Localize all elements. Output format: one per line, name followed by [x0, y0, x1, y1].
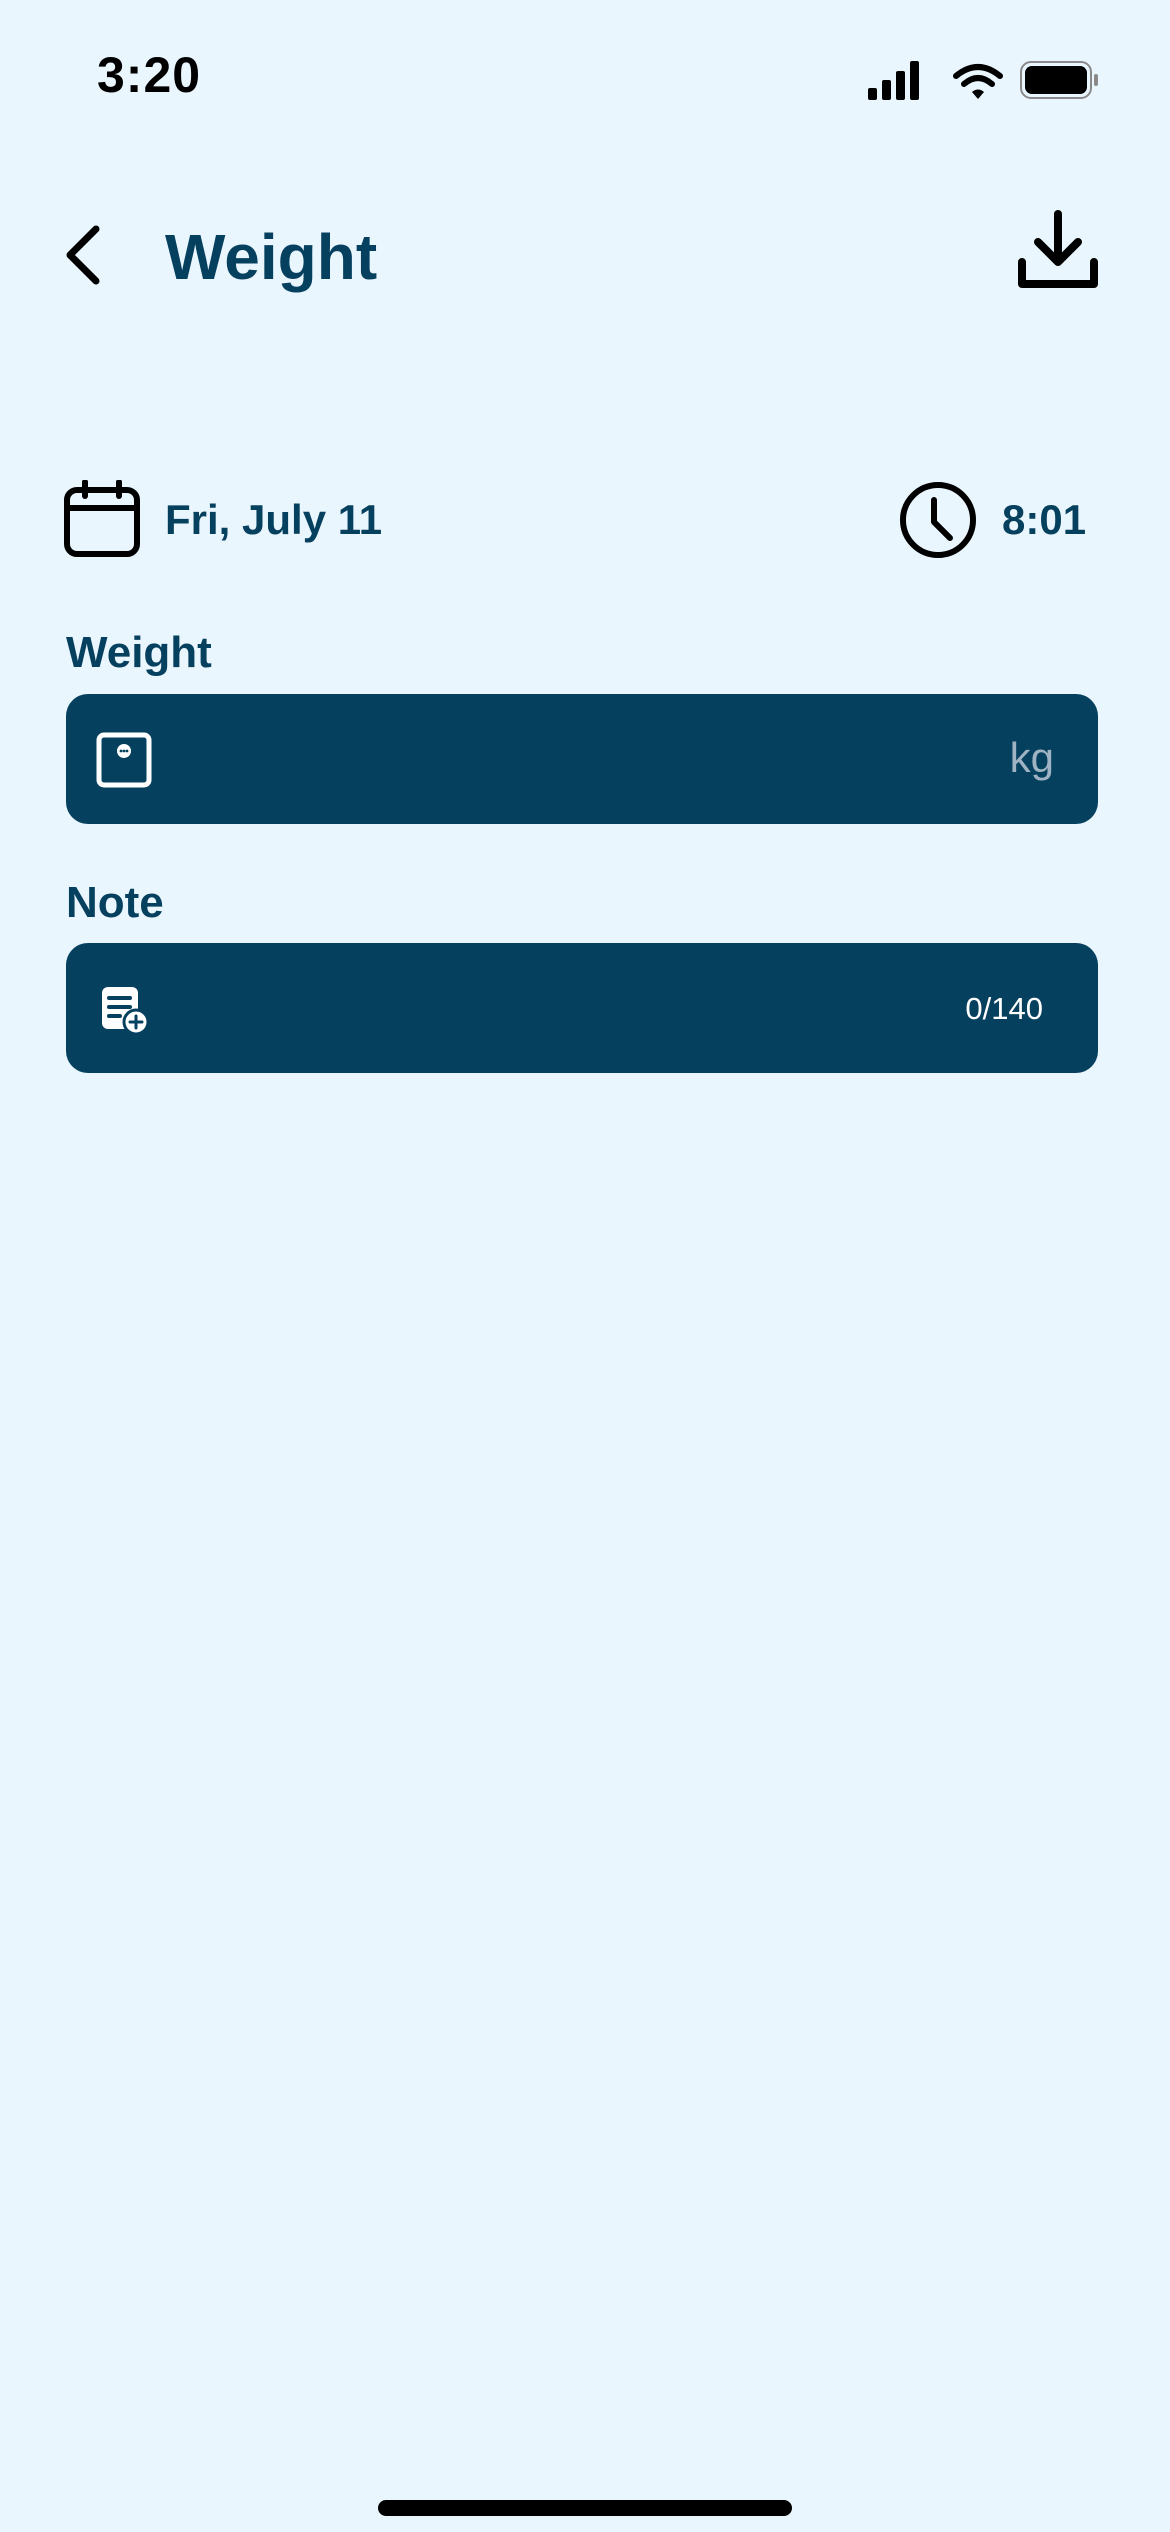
status-icons [868, 58, 1098, 102]
download-button[interactable] [1016, 208, 1100, 294]
status-time: 3:20 [97, 47, 202, 103]
cellular-signal-icon [868, 61, 919, 100]
battery-icon [1020, 61, 1098, 99]
time-selector[interactable]: 8:01 [1002, 496, 1086, 544]
wifi-icon [953, 64, 1003, 99]
page-title: Weight [165, 221, 378, 293]
back-button[interactable] [58, 215, 114, 295]
weight-input[interactable] [176, 694, 940, 826]
note-input[interactable] [176, 943, 940, 1075]
note-add-icon [100, 985, 150, 1036]
note-label: Note [66, 878, 164, 927]
weight-unit: kg [1009, 734, 1054, 781]
home-indicator [378, 2500, 792, 2516]
date-selector[interactable]: Fri, July 11 [165, 496, 382, 544]
clock-icon[interactable] [898, 480, 978, 560]
chevron-left-icon [66, 225, 100, 285]
download-icon [1018, 210, 1098, 288]
weight-input-container[interactable]: kg [66, 694, 1098, 826]
note-char-counter: 0/140 [965, 991, 1043, 1026]
note-input-container[interactable]: 0/140 [66, 943, 1098, 1075]
weight-label: Weight [66, 628, 212, 677]
calendar-icon[interactable] [63, 479, 141, 558]
scale-icon [96, 732, 152, 788]
